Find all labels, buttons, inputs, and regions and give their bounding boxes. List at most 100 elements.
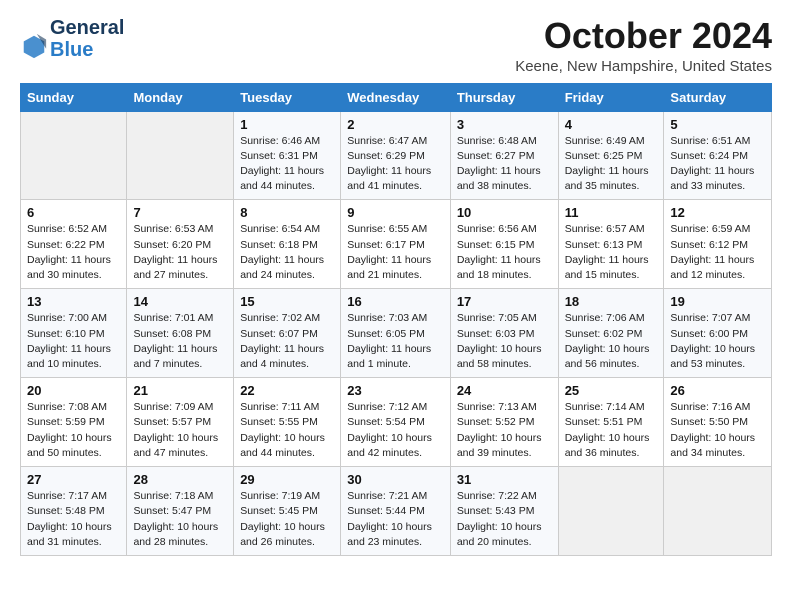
- cell-detail: Sunrise: 6:54 AM Sunset: 6:18 PM Dayligh…: [240, 222, 334, 283]
- month-title: October 2024: [515, 16, 772, 56]
- calendar-cell: 26 Sunrise: 7:16 AM Sunset: 5:50 PM Dayli…: [664, 378, 772, 467]
- calendar-cell: [664, 467, 772, 556]
- cell-detail: Sunrise: 7:08 AM Sunset: 5:59 PM Dayligh…: [27, 400, 120, 461]
- day-number: 10: [457, 205, 552, 220]
- calendar-week-1: 1 Sunrise: 6:46 AM Sunset: 6:31 PM Daylig…: [21, 111, 772, 200]
- cell-detail: Sunrise: 7:01 AM Sunset: 6:08 PM Dayligh…: [133, 311, 227, 372]
- cell-detail: Sunrise: 6:48 AM Sunset: 6:27 PM Dayligh…: [457, 134, 552, 195]
- day-number: 29: [240, 472, 334, 487]
- logo-blue-text: Blue: [50, 39, 93, 61]
- cell-detail: Sunrise: 6:56 AM Sunset: 6:15 PM Dayligh…: [457, 222, 552, 283]
- logo-general-text: General: [50, 17, 124, 39]
- day-number: 26: [670, 383, 765, 398]
- logo: General Blue: [20, 16, 124, 60]
- header: General Blue October 2024 Keene, New Ham…: [20, 16, 772, 75]
- day-number: 2: [347, 117, 444, 132]
- day-number: 1: [240, 117, 334, 132]
- calendar-cell: 31Sunrise: 7:22 AM Sunset: 5:43 PM Dayli…: [450, 467, 558, 556]
- day-number: 15: [240, 294, 334, 309]
- cell-detail: Sunrise: 7:18 AM Sunset: 5:47 PM Dayligh…: [133, 489, 227, 550]
- weekday-header-tuesday: Tuesday: [234, 83, 341, 111]
- calendar-cell: 22Sunrise: 7:11 AM Sunset: 5:55 PM Dayli…: [234, 378, 341, 467]
- calendar-cell: 3Sunrise: 6:48 AM Sunset: 6:27 PM Daylig…: [450, 111, 558, 200]
- day-number: 5: [670, 117, 765, 132]
- weekday-header-sunday: Sunday: [21, 83, 127, 111]
- weekday-header-monday: Monday: [127, 83, 234, 111]
- calendar-cell: 17 Sunrise: 7:05 AM Sunset: 6:03 PM Dayli…: [450, 289, 558, 378]
- day-number: 7: [133, 205, 227, 220]
- cell-detail: Sunrise: 6:51 AM Sunset: 6:24 PM Dayligh…: [670, 134, 765, 195]
- calendar-cell: 18 Sunrise: 7:06 AM Sunset: 6:02 PM Dayli…: [558, 289, 664, 378]
- calendar-cell: 1 Sunrise: 6:46 AM Sunset: 6:31 PM Daylig…: [234, 111, 341, 200]
- day-number: 14: [133, 294, 227, 309]
- calendar-header: SundayMondayTuesdayWednesdayThursdayFrid…: [21, 83, 772, 111]
- day-number: 30: [347, 472, 444, 487]
- calendar-cell: [21, 111, 127, 200]
- calendar-cell: 30 Sunrise: 7:21 AM Sunset: 5:44 PM Dayli…: [341, 467, 451, 556]
- calendar-cell: 6 Sunrise: 6:52 AM Sunset: 6:22 PM Daylig…: [21, 200, 127, 289]
- day-number: 8: [240, 205, 334, 220]
- day-number: 11: [565, 205, 658, 220]
- calendar-week-5: 27Sunrise: 7:17 AM Sunset: 5:48 PM Dayli…: [21, 467, 772, 556]
- day-number: 19: [670, 294, 765, 309]
- cell-detail: Sunrise: 7:11 AM Sunset: 5:55 PM Dayligh…: [240, 400, 334, 461]
- logo-icon: [20, 32, 48, 60]
- day-number: 9: [347, 205, 444, 220]
- cell-detail: Sunrise: 7:14 AM Sunset: 5:51 PM Dayligh…: [565, 400, 658, 461]
- calendar-cell: 16 Sunrise: 7:03 AM Sunset: 6:05 PM Dayli…: [341, 289, 451, 378]
- cell-detail: Sunrise: 6:59 AM Sunset: 6:12 PM Dayligh…: [670, 222, 765, 283]
- calendar-body: 1 Sunrise: 6:46 AM Sunset: 6:31 PM Daylig…: [21, 111, 772, 555]
- day-number: 24: [457, 383, 552, 398]
- day-number: 27: [27, 472, 120, 487]
- calendar-cell: 15 Sunrise: 7:02 AM Sunset: 6:07 PM Dayli…: [234, 289, 341, 378]
- cell-detail: Sunrise: 7:05 AM Sunset: 6:03 PM Dayligh…: [457, 311, 552, 372]
- page: General Blue October 2024 Keene, New Ham…: [0, 0, 792, 572]
- calendar-cell: 13Sunrise: 7:00 AM Sunset: 6:10 PM Dayli…: [21, 289, 127, 378]
- cell-detail: Sunrise: 6:52 AM Sunset: 6:22 PM Dayligh…: [27, 222, 120, 283]
- day-number: 18: [565, 294, 658, 309]
- day-number: 21: [133, 383, 227, 398]
- calendar-cell: 24Sunrise: 7:13 AM Sunset: 5:52 PM Dayli…: [450, 378, 558, 467]
- calendar-table: SundayMondayTuesdayWednesdayThursdayFrid…: [20, 83, 772, 556]
- cell-detail: Sunrise: 7:03 AM Sunset: 6:05 PM Dayligh…: [347, 311, 444, 372]
- cell-detail: Sunrise: 7:22 AM Sunset: 5:43 PM Dayligh…: [457, 489, 552, 550]
- day-number: 25: [565, 383, 658, 398]
- calendar-cell: [127, 111, 234, 200]
- weekday-header-row: SundayMondayTuesdayWednesdayThursdayFrid…: [21, 83, 772, 111]
- calendar-cell: 5 Sunrise: 6:51 AM Sunset: 6:24 PM Daylig…: [664, 111, 772, 200]
- title-block: October 2024 Keene, New Hampshire, Unite…: [515, 16, 772, 75]
- cell-detail: Sunrise: 7:16 AM Sunset: 5:50 PM Dayligh…: [670, 400, 765, 461]
- calendar-cell: 19 Sunrise: 7:07 AM Sunset: 6:00 PM Dayli…: [664, 289, 772, 378]
- cell-detail: Sunrise: 7:02 AM Sunset: 6:07 PM Dayligh…: [240, 311, 334, 372]
- day-number: 20: [27, 383, 120, 398]
- cell-detail: Sunrise: 7:09 AM Sunset: 5:57 PM Dayligh…: [133, 400, 227, 461]
- cell-detail: Sunrise: 6:53 AM Sunset: 6:20 PM Dayligh…: [133, 222, 227, 283]
- calendar-week-3: 13Sunrise: 7:00 AM Sunset: 6:10 PM Dayli…: [21, 289, 772, 378]
- cell-detail: Sunrise: 6:47 AM Sunset: 6:29 PM Dayligh…: [347, 134, 444, 195]
- day-number: 6: [27, 205, 120, 220]
- cell-detail: Sunrise: 6:46 AM Sunset: 6:31 PM Dayligh…: [240, 134, 334, 195]
- day-number: 17: [457, 294, 552, 309]
- cell-detail: Sunrise: 6:49 AM Sunset: 6:25 PM Dayligh…: [565, 134, 658, 195]
- cell-detail: Sunrise: 6:57 AM Sunset: 6:13 PM Dayligh…: [565, 222, 658, 283]
- calendar-cell: 27Sunrise: 7:17 AM Sunset: 5:48 PM Dayli…: [21, 467, 127, 556]
- cell-detail: Sunrise: 6:55 AM Sunset: 6:17 PM Dayligh…: [347, 222, 444, 283]
- day-number: 16: [347, 294, 444, 309]
- calendar-cell: 12Sunrise: 6:59 AM Sunset: 6:12 PM Dayli…: [664, 200, 772, 289]
- calendar-week-4: 20 Sunrise: 7:08 AM Sunset: 5:59 PM Dayli…: [21, 378, 772, 467]
- calendar-cell: 9 Sunrise: 6:55 AM Sunset: 6:17 PM Daylig…: [341, 200, 451, 289]
- cell-detail: Sunrise: 7:07 AM Sunset: 6:00 PM Dayligh…: [670, 311, 765, 372]
- cell-detail: Sunrise: 7:00 AM Sunset: 6:10 PM Dayligh…: [27, 311, 120, 372]
- weekday-header-saturday: Saturday: [664, 83, 772, 111]
- calendar-cell: [558, 467, 664, 556]
- calendar-cell: 28Sunrise: 7:18 AM Sunset: 5:47 PM Dayli…: [127, 467, 234, 556]
- cell-detail: Sunrise: 7:21 AM Sunset: 5:44 PM Dayligh…: [347, 489, 444, 550]
- calendar-cell: 4Sunrise: 6:49 AM Sunset: 6:25 PM Daylig…: [558, 111, 664, 200]
- day-number: 23: [347, 383, 444, 398]
- calendar-cell: 23 Sunrise: 7:12 AM Sunset: 5:54 PM Dayli…: [341, 378, 451, 467]
- calendar-cell: 20 Sunrise: 7:08 AM Sunset: 5:59 PM Dayli…: [21, 378, 127, 467]
- cell-detail: Sunrise: 7:06 AM Sunset: 6:02 PM Dayligh…: [565, 311, 658, 372]
- cell-detail: Sunrise: 7:12 AM Sunset: 5:54 PM Dayligh…: [347, 400, 444, 461]
- cell-detail: Sunrise: 7:19 AM Sunset: 5:45 PM Dayligh…: [240, 489, 334, 550]
- weekday-header-wednesday: Wednesday: [341, 83, 451, 111]
